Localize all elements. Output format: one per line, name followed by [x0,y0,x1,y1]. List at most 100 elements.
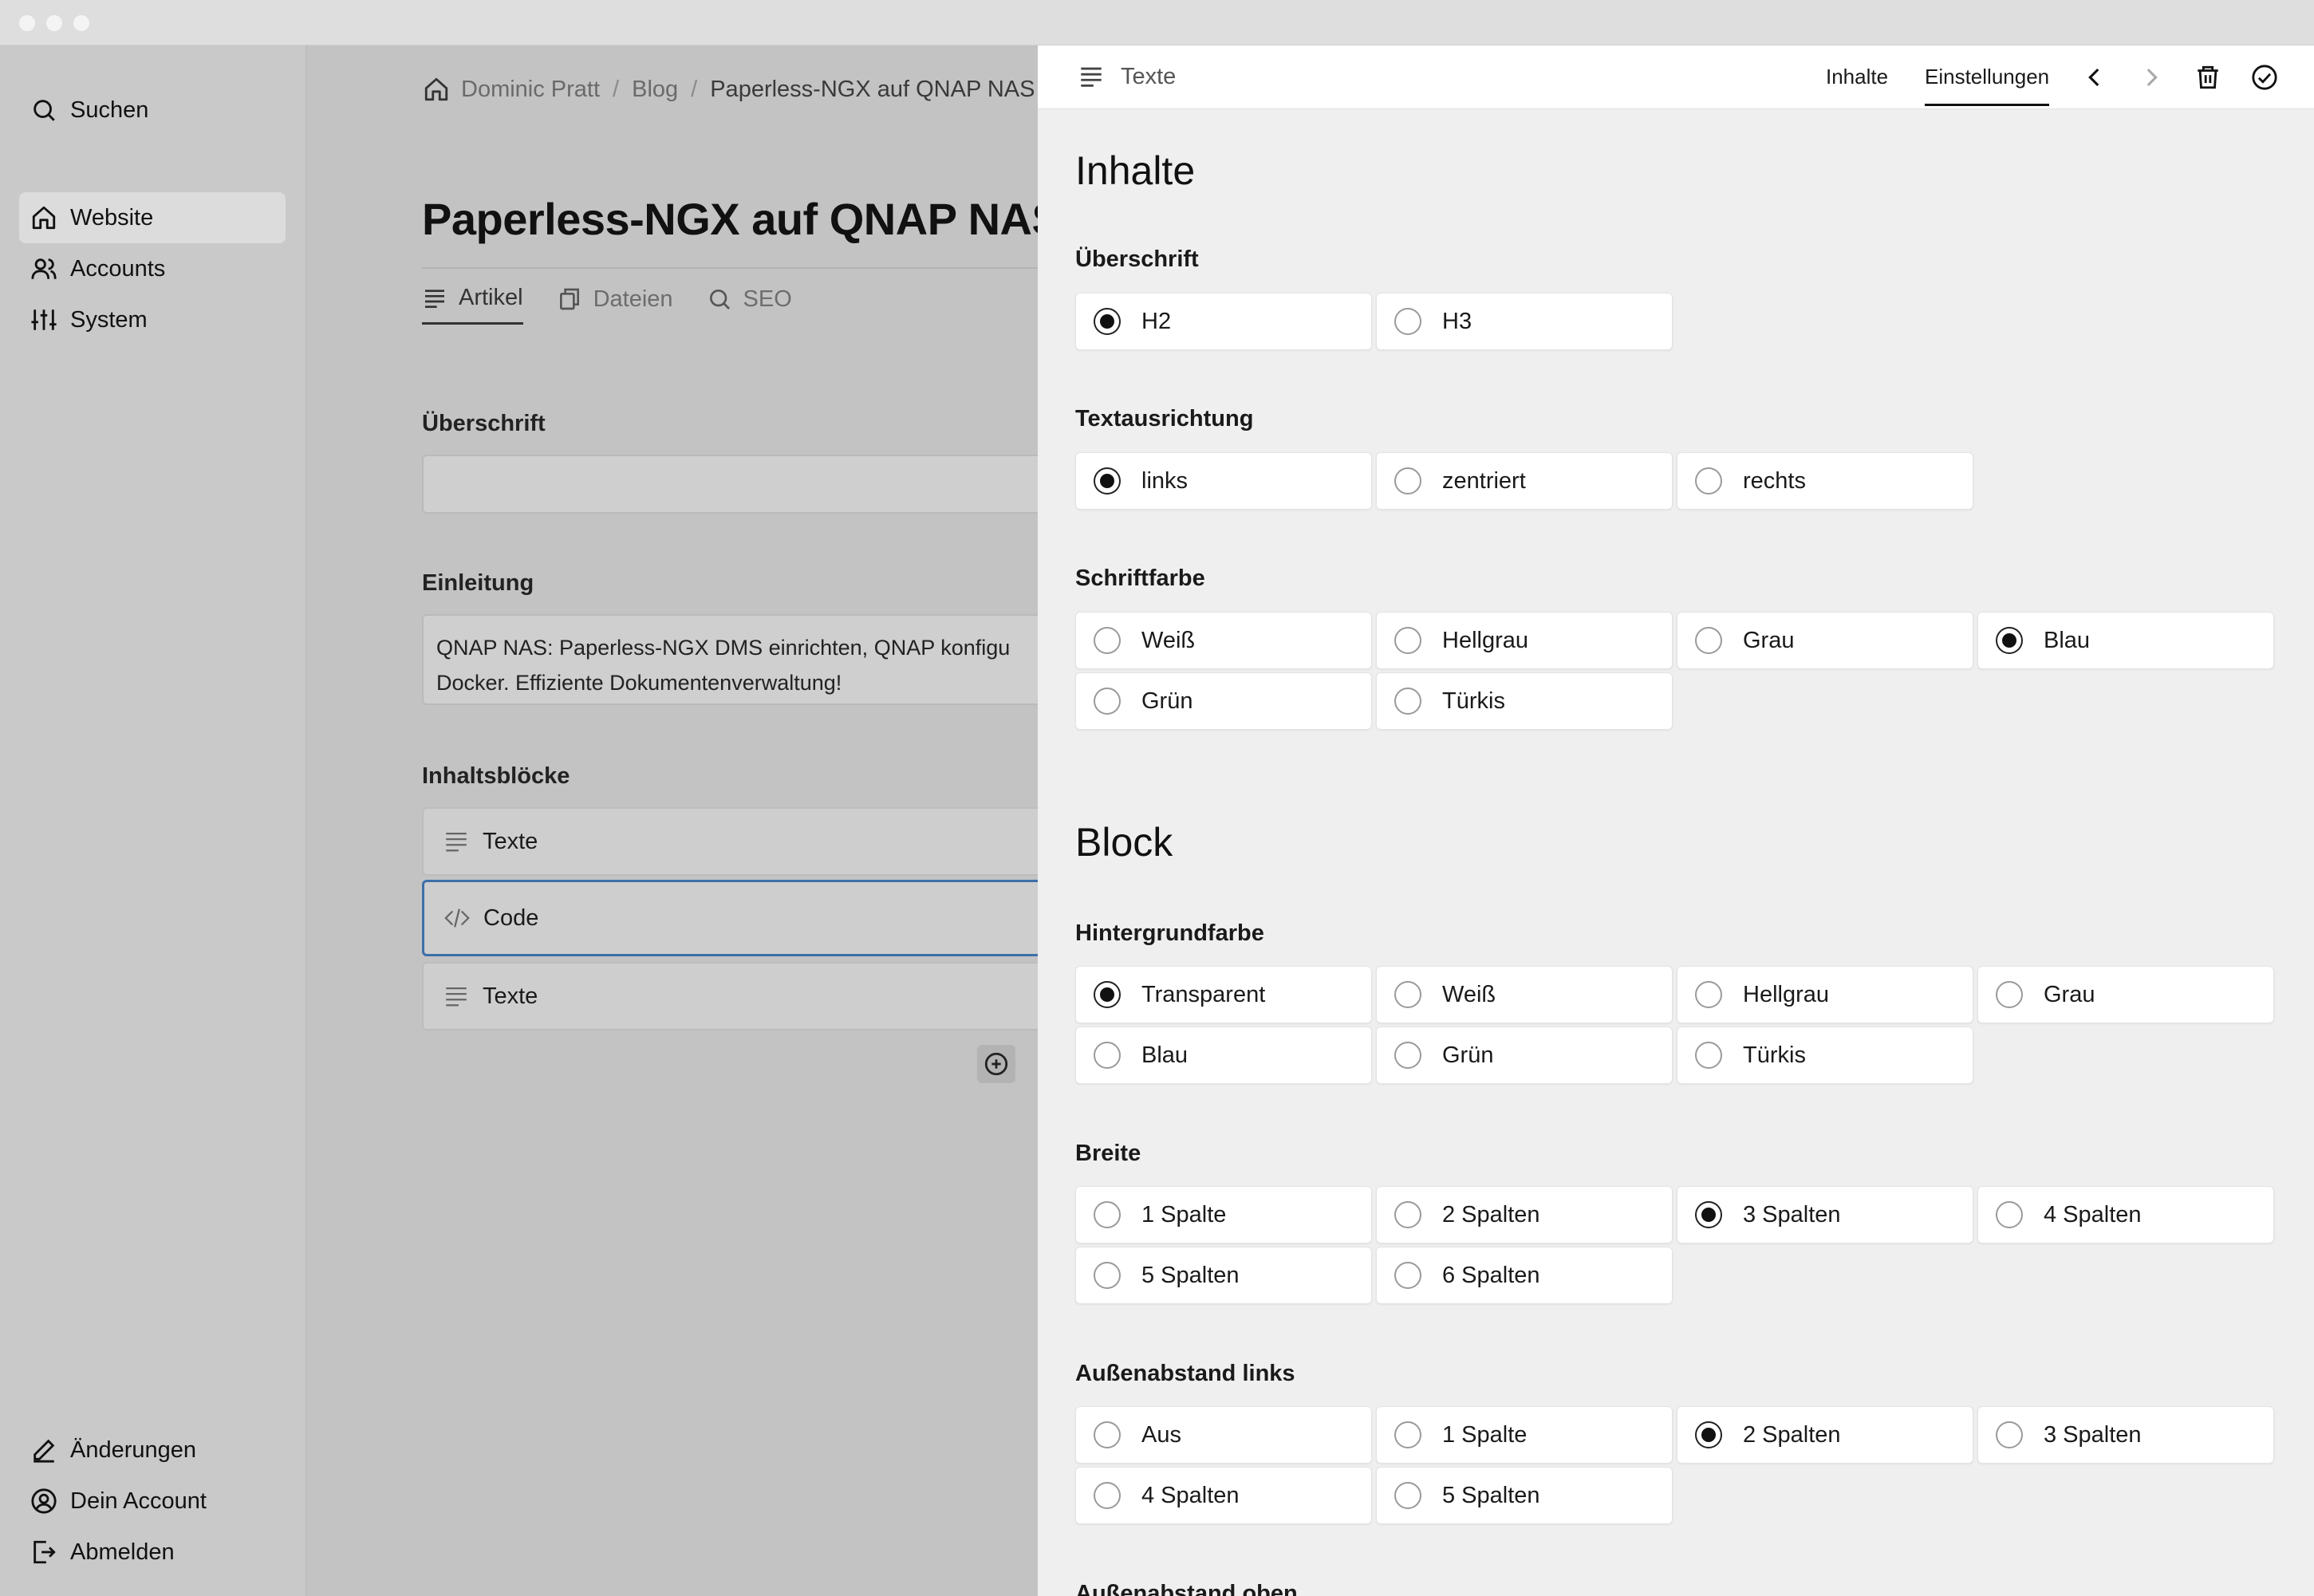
radio-option[interactable]: Hellgrau [1677,966,1973,1023]
radio-button[interactable] [1695,1421,1722,1448]
radio-option[interactable]: rechts [1677,452,1973,510]
radio-option[interactable]: Weiß [1075,612,1372,669]
sidebar-item-changes[interactable]: Änderungen [19,1425,286,1476]
sidebar-item-account[interactable]: Dein Account [19,1476,286,1527]
radio-option[interactable]: 4 Spalten [1075,1467,1372,1524]
radio-option[interactable]: 3 Spalten [1677,1186,1973,1243]
radio-button[interactable] [1094,1421,1121,1448]
radio-option[interactable]: links [1075,452,1372,510]
radio-option[interactable]: Weiß [1376,966,1673,1023]
radio-button[interactable] [1394,1421,1421,1448]
radio-option[interactable]: Grün [1376,1027,1673,1084]
breadcrumb-item[interactable]: Blog [632,77,678,103]
minimize-window-dot[interactable] [46,15,62,31]
sidebar-item-accounts[interactable]: Accounts [19,243,286,294]
radio-button[interactable] [1996,1421,2023,1448]
radio-option[interactable]: H2 [1075,293,1372,350]
option-label: 2 Spalten [1442,1201,1540,1228]
sidebar-item-logout[interactable]: Abmelden [19,1527,286,1578]
radio-option[interactable]: H3 [1376,293,1673,350]
radio-button[interactable] [1996,981,2023,1008]
radio-button[interactable] [1394,308,1421,335]
text-lines-icon [446,832,467,852]
radio-button[interactable] [1695,1042,1722,1069]
radio-button[interactable] [1094,1042,1121,1069]
radio-option[interactable]: Grau [1677,612,1973,669]
radio-option[interactable]: Aus [1075,1406,1372,1464]
radio-button[interactable] [1394,1482,1421,1509]
option-label: Blau [1141,1042,1189,1068]
radio-button[interactable] [1695,627,1722,654]
radio-button[interactable] [1394,688,1421,715]
radio-button[interactable] [1394,1042,1421,1069]
sidebar-item-system[interactable]: System [19,294,286,345]
panel-tab-inhalte[interactable]: Inhalte [1826,65,1888,89]
maximize-window-dot[interactable] [73,15,89,31]
radio-button[interactable] [1394,1262,1421,1289]
radio-button[interactable] [1695,1201,1722,1228]
radio-button[interactable] [1094,308,1121,335]
radio-button[interactable] [1094,1262,1121,1289]
radio-option[interactable]: 5 Spalten [1075,1247,1372,1304]
close-window-dot[interactable] [19,15,35,31]
group-label-hintergrundfarbe: Hintergrundfarbe [1075,920,1264,946]
sidebar-item-website[interactable]: Website [19,192,286,243]
radio-option[interactable]: Grün [1075,672,1372,730]
breadcrumb-item-current[interactable]: Paperless-NGX auf QNAP NAS [710,77,1035,103]
tab-dateien[interactable]: Dateien [557,285,673,325]
search-icon [34,100,55,121]
delete-button[interactable] [2192,61,2224,93]
radio-button[interactable] [1394,1201,1421,1228]
content-block-texte[interactable]: Texte [422,807,1038,876]
radio-option[interactable]: Türkis [1677,1027,1973,1084]
radio-option[interactable]: 1 Spalte [1075,1186,1372,1243]
radio-button[interactable] [1094,1201,1121,1228]
radio-button[interactable] [1394,627,1421,654]
radio-option[interactable]: 4 Spalten [1977,1186,2274,1243]
confirm-button[interactable] [2249,61,2280,93]
radio-option[interactable]: 5 Spalten [1376,1467,1673,1524]
radio-option[interactable]: Hellgrau [1376,612,1673,669]
radio-option[interactable]: Blau [1977,612,2274,669]
radio-option[interactable]: 6 Spalten [1376,1247,1673,1304]
radio-option[interactable]: 2 Spalten [1376,1186,1673,1243]
add-block-button[interactable] [977,1045,1015,1083]
next-button[interactable] [2135,61,2167,93]
panel-tab-einstellungen[interactable]: Einstellungen [1925,65,2050,106]
radio-option[interactable]: Blau [1075,1027,1372,1084]
radio-button[interactable] [1094,1482,1121,1509]
radio-button[interactable] [1996,1201,2023,1228]
content-block-code[interactable]: Code [422,880,1038,956]
content-block-texte[interactable]: Texte [422,962,1038,1031]
option-label: 4 Spalten [2044,1201,2142,1228]
tab-artikel[interactable]: Artikel [422,285,523,325]
radio-option[interactable]: zentriert [1376,452,1673,510]
radio-button[interactable] [1695,981,1722,1008]
heading-input[interactable] [422,455,1038,514]
radio-button[interactable] [1094,467,1121,495]
radio-button[interactable] [1996,627,2023,654]
intro-textarea[interactable]: QNAP NAS: Paperless-NGX DMS einrichten, … [422,614,1038,705]
radio-button[interactable] [1094,981,1121,1008]
radio-option[interactable]: 1 Spalte [1376,1406,1673,1464]
radio-button[interactable] [1394,467,1421,495]
radio-option[interactable]: Türkis [1376,672,1673,730]
breadcrumb: Dominic Pratt / Blog / Paperless-NGX auf… [423,76,1035,103]
radio-option[interactable]: 3 Spalten [1977,1406,2274,1464]
tab-seo[interactable]: SEO [707,285,792,325]
radio-button[interactable] [1094,688,1121,715]
radio-button[interactable] [1695,467,1722,495]
radio-button[interactable] [1094,627,1121,654]
group-label-aussenabstand-oben: Außenabstand oben [1075,1581,1298,1596]
previous-button[interactable] [2079,61,2111,93]
radio-option[interactable]: Grau [1977,966,2274,1023]
radio-option[interactable]: Transparent [1075,966,1372,1023]
option-label: rechts [1743,467,1806,494]
breadcrumb-item[interactable]: Dominic Pratt [461,77,600,103]
radio-button[interactable] [1394,981,1421,1008]
files-icon [559,288,579,310]
option-label: 3 Spalten [1743,1201,1841,1228]
radio-option[interactable]: 2 Spalten [1677,1406,1973,1464]
panel-title: Texte [1078,63,1176,90]
sidebar-search[interactable]: Suchen [19,85,286,136]
